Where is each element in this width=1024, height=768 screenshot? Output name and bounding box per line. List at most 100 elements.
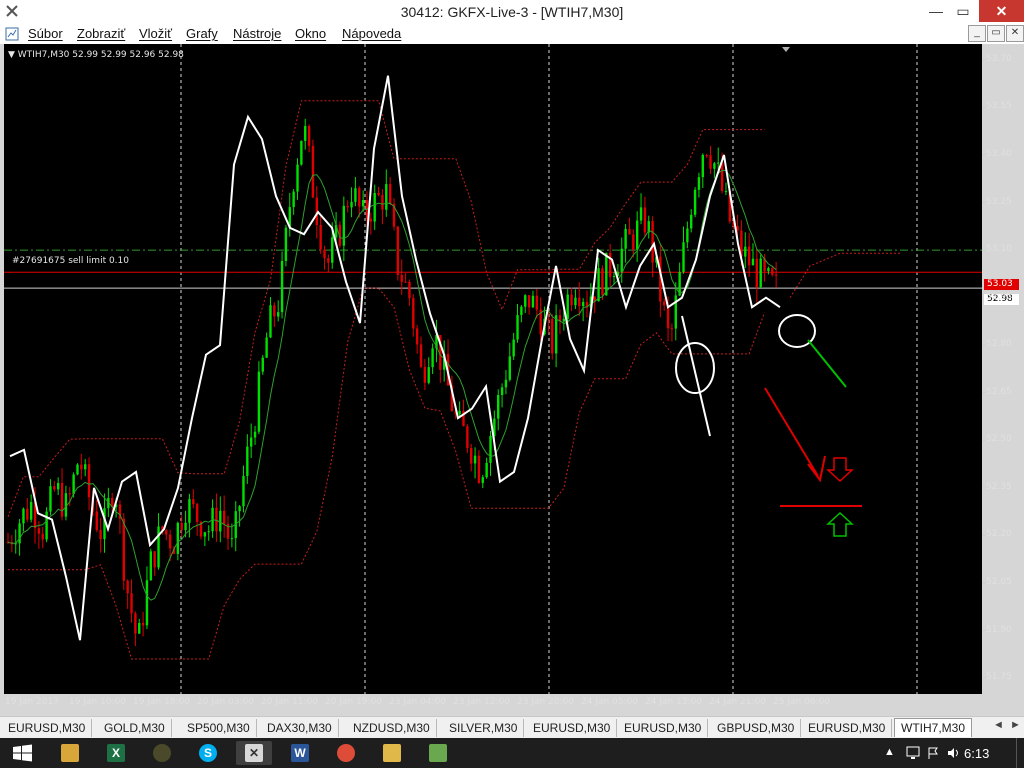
candle-bear <box>547 318 550 320</box>
menu-file[interactable]: Súbor <box>28 26 63 41</box>
candle-bear <box>141 622 145 626</box>
menu-help[interactable]: Nápoveda <box>342 26 401 41</box>
menu-window[interactable]: Okno <box>295 26 326 41</box>
word-icon[interactable]: W <box>282 741 318 765</box>
candle-bear <box>273 305 276 317</box>
menu-view[interactable]: Zobraziť <box>77 26 125 41</box>
candle-bear <box>153 551 156 568</box>
menu-charts[interactable]: Grafy <box>186 26 218 41</box>
candle-bull <box>373 192 376 222</box>
minimize-button[interactable]: — <box>920 0 952 22</box>
menu-tools[interactable]: Nástroje <box>233 26 281 41</box>
x-tick-label: 23 Jan 04:00 <box>389 697 446 707</box>
candle-bull <box>149 551 153 581</box>
candle-bear <box>608 252 612 278</box>
mdi-restore-button[interactable]: ▭ <box>987 25 1005 42</box>
start-windows-icon[interactable] <box>0 738 46 768</box>
candle-bear <box>527 295 531 308</box>
network-icon[interactable] <box>906 746 920 760</box>
candle-bear <box>570 294 573 306</box>
candle-bull <box>524 295 527 307</box>
candle-bull <box>427 367 430 383</box>
candle-bear <box>358 188 361 207</box>
candle-bull <box>562 318 566 322</box>
candle-bull <box>744 246 747 257</box>
show-desktop-button[interactable] <box>1016 738 1024 768</box>
tab-sp500[interactable]: SP500,M30 <box>181 719 257 737</box>
mdi-close-button[interactable]: ✕ <box>1006 25 1024 42</box>
candle-bull <box>29 502 33 520</box>
x-tick-label: 19 Jan 10:00 <box>69 697 126 707</box>
candle-bear <box>311 145 315 198</box>
candle-bull <box>277 312 280 317</box>
volume-icon[interactable] <box>946 746 960 760</box>
x-tick-label: 19 Jan 18:00 <box>133 697 190 707</box>
candle-bull <box>620 248 623 272</box>
candle-bull <box>717 162 720 164</box>
candle-bear <box>346 205 349 208</box>
candle-bull <box>639 207 643 221</box>
candle-bull <box>203 532 207 537</box>
price-chart[interactable] <box>0 44 1024 716</box>
candle-bear <box>771 268 774 275</box>
candle-bull <box>242 475 245 507</box>
file-explorer-icon[interactable] <box>52 741 88 765</box>
candle-bear <box>705 155 708 157</box>
candle-bull <box>612 275 616 278</box>
flag-icon[interactable] <box>926 746 940 760</box>
candle-bear <box>396 226 400 275</box>
y-tick-label: 52.20 <box>986 529 1012 540</box>
tab-nzdusd[interactable]: NZDUSD,M30 <box>347 719 437 737</box>
candle-bear <box>323 249 326 259</box>
close-button[interactable]: ✕ <box>979 0 1024 22</box>
candle-bull <box>385 184 388 210</box>
candle-bull <box>686 228 689 243</box>
tab-wtih7[interactable]: WTIH7,M30 <box>894 718 973 737</box>
app-grid-icon[interactable] <box>420 741 456 765</box>
candle-bull <box>516 315 519 340</box>
maximize-button[interactable]: ▭ <box>950 0 976 22</box>
tab-gbpusd[interactable]: GBPUSD,M30 <box>711 719 802 737</box>
excel-icon[interactable]: X <box>98 741 134 765</box>
candle-bull <box>249 437 253 447</box>
y-tick-label: 53.25 <box>986 196 1012 207</box>
tabs-scroll-left-icon[interactable]: ◄ <box>993 719 1004 731</box>
bid-price-tag: 53.03 <box>984 279 1019 290</box>
x-tick-label: 19 Jan 2017 <box>5 697 59 707</box>
tab-eurusd-2[interactable]: EURUSD,M30 <box>527 719 618 737</box>
chart-document-icon[interactable] <box>5 27 19 41</box>
tab-eurusd-1[interactable]: EURUSD,M30 <box>2 719 93 737</box>
candle-bear <box>195 504 199 522</box>
menu-insert[interactable]: Vložiť <box>139 26 172 41</box>
candle-bear <box>180 522 183 531</box>
candle-bull <box>458 410 461 415</box>
tab-eurusd-4[interactable]: EURUSD,M30 <box>802 719 893 737</box>
title-bar: 30412: GKFX-Live-3 - [WTIH7,M30] — ▭ ✕ <box>0 0 1024 24</box>
candle-bull <box>176 522 180 554</box>
candle-bull <box>238 506 241 512</box>
candle-bear <box>369 218 373 222</box>
candle-bull <box>581 301 585 307</box>
candle-bear <box>26 508 29 520</box>
candle-bull <box>56 482 60 490</box>
tab-silver[interactable]: SILVER,M30 <box>443 719 525 737</box>
folder-icon[interactable] <box>374 741 410 765</box>
x-tick-label: 24 Jan 05:00 <box>581 697 638 707</box>
candle-bull <box>253 431 257 438</box>
candle-bear <box>628 228 631 235</box>
tabs-scroll-right-icon[interactable]: ► <box>1010 719 1021 731</box>
chrome-settings-icon[interactable] <box>144 741 180 765</box>
candle-bull <box>246 446 249 476</box>
metatrader-icon[interactable]: ✕ <box>236 741 272 765</box>
candle-bull <box>489 435 492 463</box>
tab-dax30[interactable]: DAX30,M30 <box>261 719 339 737</box>
skype-icon[interactable]: S <box>190 741 226 765</box>
candle-bear <box>87 464 91 498</box>
tray-overflow-icon[interactable]: ▲ <box>884 746 895 758</box>
candle-bear <box>419 344 423 367</box>
tab-gold[interactable]: GOLD,M30 <box>98 719 172 737</box>
chrome-icon[interactable] <box>328 741 364 765</box>
mdi-minimize-button[interactable]: _ <box>968 25 986 42</box>
candle-bull <box>724 191 728 193</box>
tab-eurusd-3[interactable]: EURUSD,M30 <box>618 719 709 737</box>
